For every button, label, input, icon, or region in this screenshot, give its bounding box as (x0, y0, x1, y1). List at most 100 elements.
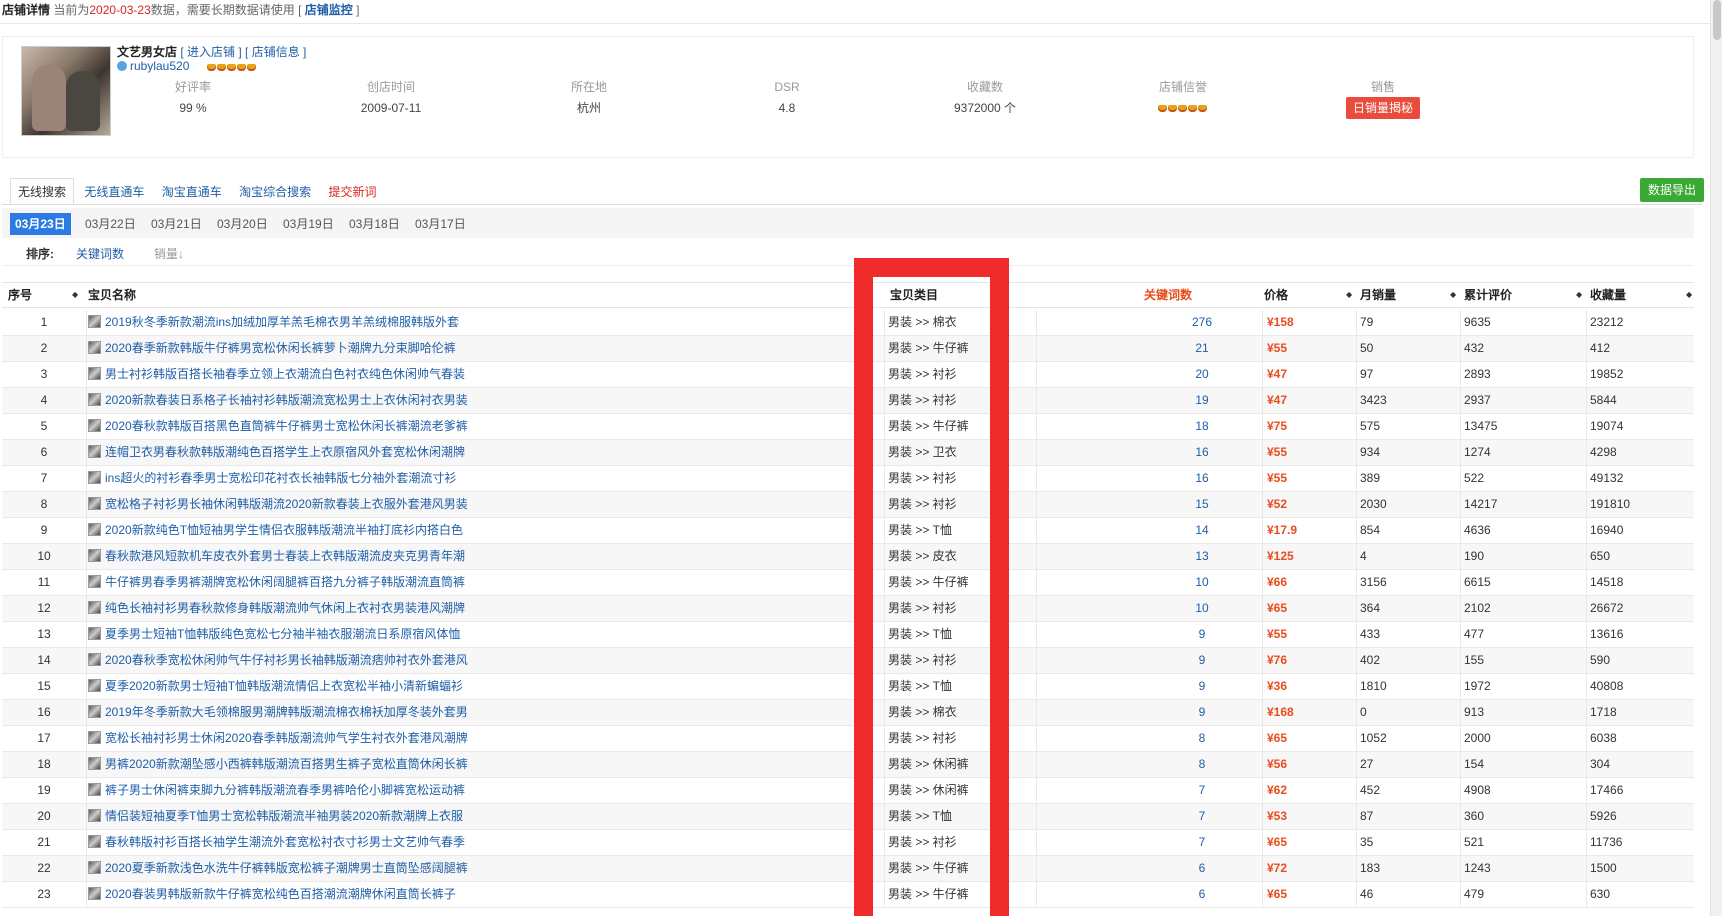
tab-taobao-search[interactable]: 淘宝综合搜索 (232, 179, 318, 206)
item-thumbnail[interactable] (88, 861, 101, 874)
sort-caret-icon[interactable]: ◆ (72, 283, 78, 307)
item-keyword-count[interactable]: 9 (1142, 622, 1262, 647)
item-keyword-count[interactable]: 21 (1142, 336, 1262, 361)
item-keyword-count[interactable]: 13 (1142, 544, 1262, 569)
shop-monitor-link[interactable]: 店铺监控 (305, 3, 353, 17)
item-name-link[interactable]: 春秋款港风短款机车皮衣外套男士春装上衣韩版潮流皮夹克男青年潮 (88, 544, 858, 569)
item-thumbnail[interactable] (88, 393, 101, 406)
tab-taobao-ztc[interactable]: 淘宝直通车 (155, 179, 229, 206)
item-keyword-count[interactable]: 10 (1142, 570, 1262, 595)
wangwang-icon[interactable] (117, 61, 127, 71)
col-monthly[interactable]: 月销量 (1360, 283, 1396, 307)
date-item[interactable]: 03月22日 (80, 213, 141, 235)
item-thumbnail[interactable] (88, 679, 101, 692)
item-thumbnail[interactable] (88, 471, 101, 484)
item-thumbnail[interactable] (88, 341, 101, 354)
item-keyword-count[interactable]: 7 (1142, 804, 1262, 829)
date-item[interactable]: 03月23日 (10, 213, 71, 235)
item-thumbnail[interactable] (88, 705, 101, 718)
shop-info-link[interactable]: [ 店铺信息 ] (245, 45, 306, 59)
item-name-link[interactable]: 2020新款纯色T恤短袖男学生情侣衣服韩版潮流半袖打底衫内搭白色 (88, 518, 858, 543)
col-keywords[interactable]: 关键词数 (1144, 283, 1192, 307)
item-name-link[interactable]: 2019秋冬季新款潮流ins加绒加厚羊羔毛棉衣男羊羔绒棉服韩版外套 (88, 310, 858, 335)
item-thumbnail[interactable] (88, 627, 101, 640)
sort-caret-icon[interactable]: ◆ (1576, 283, 1582, 307)
daily-sales-button[interactable]: 日销量揭秘 (1345, 97, 1420, 119)
item-keyword-count[interactable]: 9 (1142, 648, 1262, 673)
item-keyword-count[interactable]: 19 (1142, 388, 1262, 413)
item-thumbnail[interactable] (88, 887, 101, 900)
col-favorites[interactable]: 收藏量 (1590, 283, 1626, 307)
item-keyword-count[interactable]: 9 (1142, 700, 1262, 725)
item-name-link[interactable]: 2020新款春装日系格子长袖衬衫韩版潮流宽松男士上衣休闲衬衣男装 (88, 388, 858, 413)
date-item[interactable]: 03月19日 (278, 213, 339, 235)
item-thumbnail[interactable] (88, 445, 101, 458)
item-name-link[interactable]: 2020夏季新款浅色水洗牛仔裤韩版宽松裤子潮牌男士直筒坠感阔腿裤 (88, 856, 858, 881)
sort-by-sales[interactable]: 销量↓ (148, 244, 190, 264)
item-keyword-count[interactable]: 8 (1142, 752, 1262, 777)
item-name-link[interactable]: 连帽卫衣男春秋款韩版潮纯色百搭学生上衣原宿风外套宽松休闲潮牌 (88, 440, 858, 465)
date-item[interactable]: 03月17日 (410, 213, 471, 235)
item-name-link[interactable]: 男裤2020新款潮坠感小西裤韩版潮流百搭男生裤子宽松直筒休闲长裤 (88, 752, 858, 777)
item-thumbnail[interactable] (88, 601, 101, 614)
item-name-link[interactable]: 男士衬衫韩版百搭长袖春季立领上衣潮流白色衬衣纯色休闲帅气春装 (88, 362, 858, 387)
item-thumbnail[interactable] (88, 783, 101, 796)
item-thumbnail[interactable] (88, 653, 101, 666)
item-keyword-count[interactable]: 10 (1142, 596, 1262, 621)
item-keyword-count[interactable]: 8 (1142, 726, 1262, 751)
item-keyword-count[interactable]: 18 (1142, 414, 1262, 439)
item-thumbnail[interactable] (88, 757, 101, 770)
enter-shop-link[interactable]: [ 进入店铺 ] (180, 45, 241, 59)
tab-mobile-search[interactable]: 无线搜索 (10, 178, 75, 205)
item-keyword-count[interactable]: 6 (1142, 856, 1262, 881)
item-thumbnail[interactable] (88, 523, 101, 536)
item-name-link[interactable]: 2020春秋季宽松休闲帅气牛仔衬衫男长袖韩版潮流痞帅衬衣外套港风 (88, 648, 858, 673)
item-keyword-count[interactable]: 276 (1142, 310, 1262, 335)
item-keyword-count[interactable]: 7 (1142, 830, 1262, 855)
item-keyword-count[interactable]: 9 (1142, 674, 1262, 699)
item-name-link[interactable]: 春秋韩版衬衫百搭长袖学生潮流外套宽松衬衣寸衫男士文艺帅气春季 (88, 830, 858, 855)
sort-caret-icon[interactable]: ◆ (1346, 283, 1352, 307)
col-reviews[interactable]: 累计评价 (1464, 283, 1512, 307)
item-thumbnail[interactable] (88, 367, 101, 380)
item-name-link[interactable]: 2019年冬季新款大毛领棉服男潮牌韩版潮流棉衣棉袄加厚冬装外套男 (88, 700, 858, 725)
item-thumbnail[interactable] (88, 315, 101, 328)
sort-caret-icon[interactable]: ◆ (1686, 283, 1692, 307)
item-name-link[interactable]: 宽松格子衬衫男长袖休闲韩版潮流2020新款春装上衣服外套港风男装 (88, 492, 858, 517)
item-keyword-count[interactable]: 15 (1142, 492, 1262, 517)
item-keyword-count[interactable]: 20 (1142, 362, 1262, 387)
item-name-link[interactable]: 裤子男士休闲裤束脚九分裤韩版潮流春季男裤哈伦小脚裤宽松运动裤 (88, 778, 858, 803)
item-name-link[interactable]: 宽松长袖衬衫男士休闲2020春季韩版潮流帅气学生衬衣外套港风潮牌 (88, 726, 858, 751)
date-item[interactable]: 03月18日 (344, 213, 405, 235)
item-name-link[interactable]: 2020春秋款韩版百搭黑色直筒裤牛仔裤男士宽松休闲长裤潮流老爹裤 (88, 414, 858, 439)
owner-name[interactable]: rubylau520 (130, 59, 189, 73)
item-thumbnail[interactable] (88, 809, 101, 822)
item-name-link[interactable]: ins超火的衬衫春季男士宽松印花衬衣长袖韩版七分袖外套潮流寸衫 (88, 466, 858, 491)
date-item[interactable]: 03月20日 (212, 213, 273, 235)
scrollbar-thumb[interactable] (1713, 0, 1721, 40)
item-thumbnail[interactable] (88, 835, 101, 848)
sort-caret-icon[interactable]: ◆ (1450, 283, 1456, 307)
item-keyword-count[interactable]: 14 (1142, 518, 1262, 543)
page-scrollbar[interactable] (1710, 0, 1722, 916)
item-name-link[interactable]: 2020春装男韩版新款牛仔裤宽松纯色百搭潮流潮牌休闲直筒长裤子 (88, 882, 858, 907)
item-name-link[interactable]: 夏季2020新款男士短袖T恤韩版潮流情侣上衣宽松半袖小清新蝙蝠衫 (88, 674, 858, 699)
item-name-link[interactable]: 牛仔裤男春季男裤潮牌宽松休闲阔腿裤百搭九分裤子韩版潮流直筒裤 (88, 570, 858, 595)
sort-by-keywords[interactable]: 关键词数 (70, 244, 130, 264)
tab-mobile-ztc[interactable]: 无线直通车 (77, 179, 151, 206)
item-thumbnail[interactable] (88, 419, 101, 432)
item-thumbnail[interactable] (88, 575, 101, 588)
item-keyword-count[interactable]: 16 (1142, 440, 1262, 465)
item-name-link[interactable]: 情侣装短袖夏季T恤男士宽松韩版潮流半袖男装2020新款潮牌上衣服 (88, 804, 858, 829)
item-keyword-count[interactable]: 7 (1142, 778, 1262, 803)
item-thumbnail[interactable] (88, 497, 101, 510)
export-data-button[interactable]: 数据导出 (1640, 178, 1704, 202)
tab-submit-keyword[interactable]: 提交新词 (321, 179, 383, 206)
date-item[interactable]: 03月21日 (146, 213, 207, 235)
item-keyword-count[interactable]: 6 (1142, 882, 1262, 907)
item-keyword-count[interactable]: 16 (1142, 466, 1262, 491)
item-thumbnail[interactable] (88, 549, 101, 562)
item-thumbnail[interactable] (88, 731, 101, 744)
item-name-link[interactable]: 2020春季新款韩版牛仔裤男宽松休闲长裤萝卜潮牌九分束脚哈伦裤 (88, 336, 858, 361)
item-name-link[interactable]: 纯色长袖衬衫男春秋款修身韩版潮流帅气休闲上衣衬衣男装港风潮牌 (88, 596, 858, 621)
